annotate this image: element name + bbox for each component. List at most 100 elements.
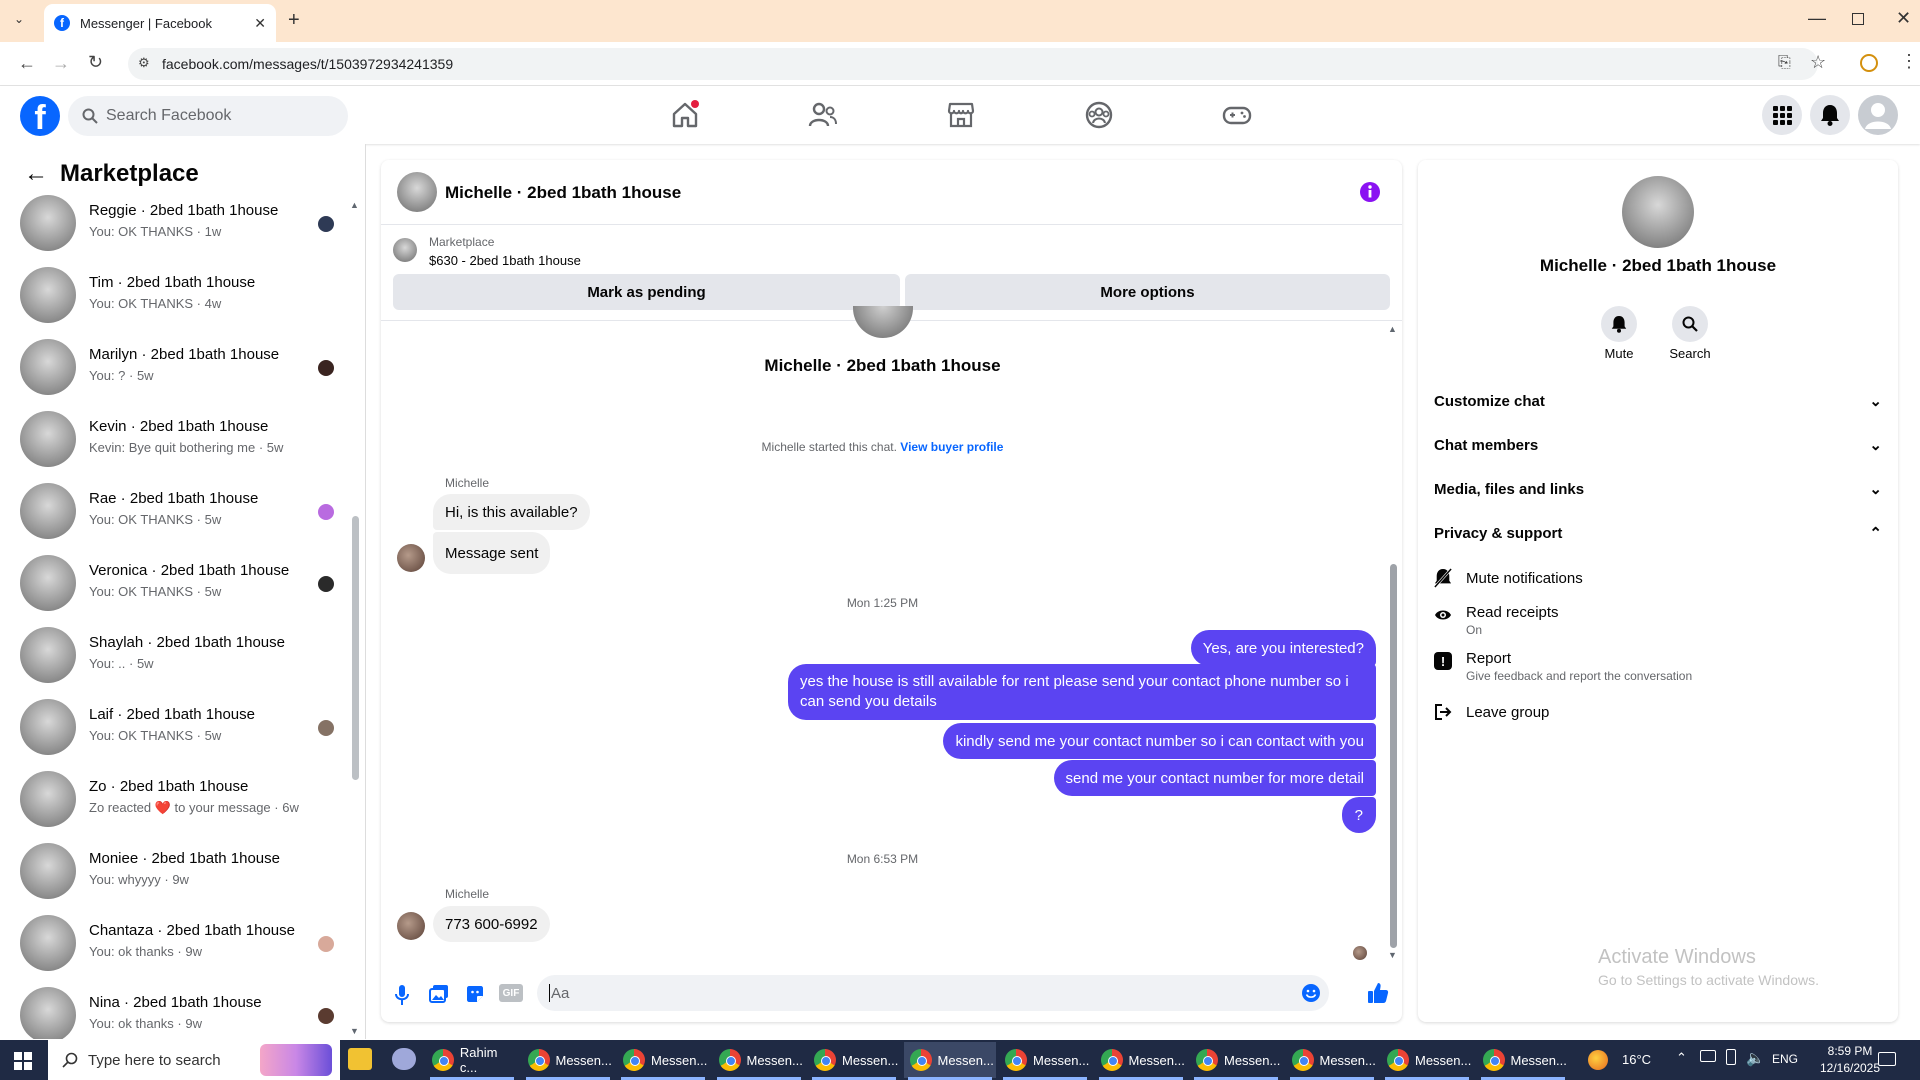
conversation-item[interactable]: Reggie · 2bed 1bath 1house You: OK THANKS… (20, 192, 350, 252)
tab-close-icon[interactable]: ✕ (254, 15, 266, 32)
forward-arrow-icon[interactable]: → (52, 53, 70, 74)
conversation-item[interactable]: Nina · 2bed 1bath 1house You: ok thanks ·… (20, 984, 350, 1039)
tab-search-dropdown-icon[interactable]: ⌄ (14, 12, 24, 26)
gaming-icon[interactable] (1222, 100, 1252, 130)
weather-icon[interactable] (1588, 1050, 1608, 1070)
site-info-icon[interactable]: ⚙ (138, 55, 150, 71)
incoming-message[interactable]: Message sent (433, 532, 551, 574)
listing-thumbnail[interactable] (393, 238, 417, 262)
conversation-item[interactable]: Moniee · 2bed 1bath 1house You: whyyyy · … (20, 840, 350, 900)
network-icon[interactable] (1700, 1050, 1716, 1062)
taskbar-app-button[interactable]: Messen... (1286, 1042, 1378, 1078)
volume-icon[interactable]: 🔈 (1746, 1049, 1765, 1067)
mute-button[interactable] (1601, 306, 1637, 342)
scrollbar[interactable]: ▲ ▼ (350, 200, 360, 1038)
search-button[interactable] (1672, 306, 1708, 342)
media-files-links-section[interactable]: Media, files and links ⌄ (1434, 480, 1882, 499)
reload-icon[interactable]: ↻ (88, 52, 103, 73)
emoji-icon[interactable] (1301, 983, 1321, 1003)
chat-scrollbar[interactable]: ▲ ▼ (1387, 324, 1399, 960)
mark-as-pending-button[interactable]: Mark as pending (393, 274, 900, 310)
maximize-button[interactable] (1852, 13, 1864, 25)
home-icon[interactable] (670, 100, 700, 130)
conversation-item[interactable]: Rae · 2bed 1bath 1house You: OK THANKS · … (20, 480, 350, 540)
groups-icon[interactable] (1084, 100, 1114, 130)
facebook-search-input[interactable]: Search Facebook (68, 96, 348, 136)
conversation-item[interactable]: Shaylah · 2bed 1bath 1house You: .. · 5w (20, 624, 350, 684)
taskbar-app-button[interactable]: Messen... (713, 1042, 805, 1078)
facebook-logo-icon[interactable]: f (20, 96, 60, 136)
conversation-item[interactable]: Marilyn · 2bed 1bath 1house You: ? · 5w (20, 336, 350, 396)
notification-center-icon[interactable] (1878, 1052, 1896, 1066)
customize-chat-section[interactable]: Customize chat ⌄ (1434, 392, 1882, 411)
outgoing-message[interactable]: send me your contact number for more det… (1053, 760, 1376, 796)
report-option[interactable]: ! Report Give feedback and report the con… (1434, 650, 1692, 683)
outgoing-message[interactable]: Yes, are you interested? (1190, 630, 1376, 666)
battery-icon[interactable] (1726, 1049, 1736, 1065)
sender-avatar[interactable] (397, 912, 425, 940)
profile-avatar[interactable] (1622, 176, 1694, 248)
temperature[interactable]: 16°C (1622, 1052, 1651, 1067)
outgoing-message[interactable]: kindly send me your contact number so i … (943, 723, 1376, 759)
tray-chevron-icon[interactable]: ⌃ (1676, 1050, 1687, 1066)
info-icon[interactable] (1359, 181, 1381, 203)
back-arrow-icon[interactable]: ← (18, 53, 36, 74)
taskbar-app-button[interactable]: Messen... (1190, 1042, 1282, 1078)
taskbar-app-button[interactable]: Messen... (999, 1042, 1091, 1078)
menu-grid-button[interactable] (1762, 95, 1802, 135)
conversation-item[interactable]: Veronica · 2bed 1bath 1house You: OK THAN… (20, 552, 350, 612)
chat-avatar[interactable] (397, 172, 437, 212)
outgoing-message[interactable]: ? (1341, 797, 1376, 833)
close-window-button[interactable]: ✕ (1896, 8, 1911, 29)
marketplace-icon[interactable] (946, 100, 976, 130)
minimize-button[interactable]: — (1808, 8, 1826, 29)
conversation-item[interactable]: Kevin · 2bed 1bath 1house Kevin: Bye quit… (20, 408, 350, 468)
language-indicator[interactable]: ENG (1772, 1052, 1798, 1066)
read-receipts-option[interactable]: Read receipts On (1434, 604, 1559, 637)
chat-title[interactable]: Michelle · 2bed 1bath 1house (445, 183, 681, 203)
leave-group-option[interactable]: Leave group (1434, 703, 1549, 721)
profile-avatar[interactable] (853, 306, 913, 338)
sender-avatar[interactable] (397, 544, 425, 572)
profile-icon[interactable] (1860, 54, 1878, 72)
chat-members-section[interactable]: Chat members ⌄ (1434, 436, 1882, 455)
scrollbar-thumb[interactable] (352, 516, 359, 780)
notifications-button[interactable] (1810, 95, 1850, 135)
sticker-icon[interactable] (465, 984, 485, 1004)
taskbar-app-button[interactable]: Rahim c... (426, 1042, 518, 1078)
url-field[interactable]: ⚙ facebook.com/messages/t/15039729342413… (128, 48, 1818, 80)
privacy-support-section[interactable]: Privacy & support ⌃ (1434, 524, 1882, 543)
microphone-icon[interactable] (393, 984, 411, 1006)
outgoing-message[interactable]: yes the house is still available for ren… (788, 664, 1376, 720)
browser-tab[interactable]: f Messenger | Facebook ✕ (44, 4, 276, 42)
taskbar-app-button[interactable]: Messen... (1381, 1042, 1473, 1078)
listing-detail[interactable]: $630 - 2bed 1bath 1house (429, 253, 581, 268)
friends-icon[interactable] (808, 100, 838, 130)
taskbar-search-box[interactable]: Type here to search (48, 1040, 340, 1080)
conversation-item[interactable]: Laif · 2bed 1bath 1house You: OK THANKS ·… (20, 696, 350, 756)
incoming-message[interactable]: Hi, is this available? (433, 494, 590, 530)
windows-start-icon[interactable] (14, 1052, 32, 1070)
taskbar-app-icon[interactable] (392, 1048, 416, 1070)
install-app-icon[interactable]: ⎘ (1778, 54, 1791, 72)
thumbs-up-icon[interactable] (1367, 982, 1389, 1004)
taskbar-app-button[interactable]: Messen... (1477, 1042, 1569, 1078)
gif-icon[interactable]: GIF (499, 984, 523, 1002)
more-options-button[interactable]: More options (905, 274, 1390, 310)
taskbar-app-button[interactable]: Messen... (808, 1042, 900, 1078)
back-arrow-icon[interactable]: ← (24, 160, 48, 188)
file-explorer-icon[interactable] (348, 1048, 372, 1070)
bookmark-star-icon[interactable]: ☆ (1810, 52, 1826, 73)
mute-notifications-option[interactable]: Mute notifications (1434, 568, 1583, 588)
incoming-message[interactable]: 773 600-6992 (433, 906, 550, 942)
browser-menu-icon[interactable]: ⋮ (1900, 51, 1918, 72)
taskbar-app-button[interactable]: Messen... (1095, 1042, 1187, 1078)
taskbar-app-button[interactable]: Messen... (617, 1042, 709, 1078)
photo-icon[interactable] (429, 984, 449, 1004)
view-buyer-profile-link[interactable]: View buyer profile (900, 440, 1003, 454)
conversation-item[interactable]: Tim · 2bed 1bath 1house You: OK THANKS · … (20, 264, 350, 324)
account-avatar-button[interactable] (1858, 95, 1898, 135)
message-composer-input[interactable]: Aa (537, 975, 1329, 1011)
taskbar-app-button[interactable]: Messen... (903, 1042, 996, 1078)
scrollbar-thumb[interactable] (1390, 564, 1397, 948)
